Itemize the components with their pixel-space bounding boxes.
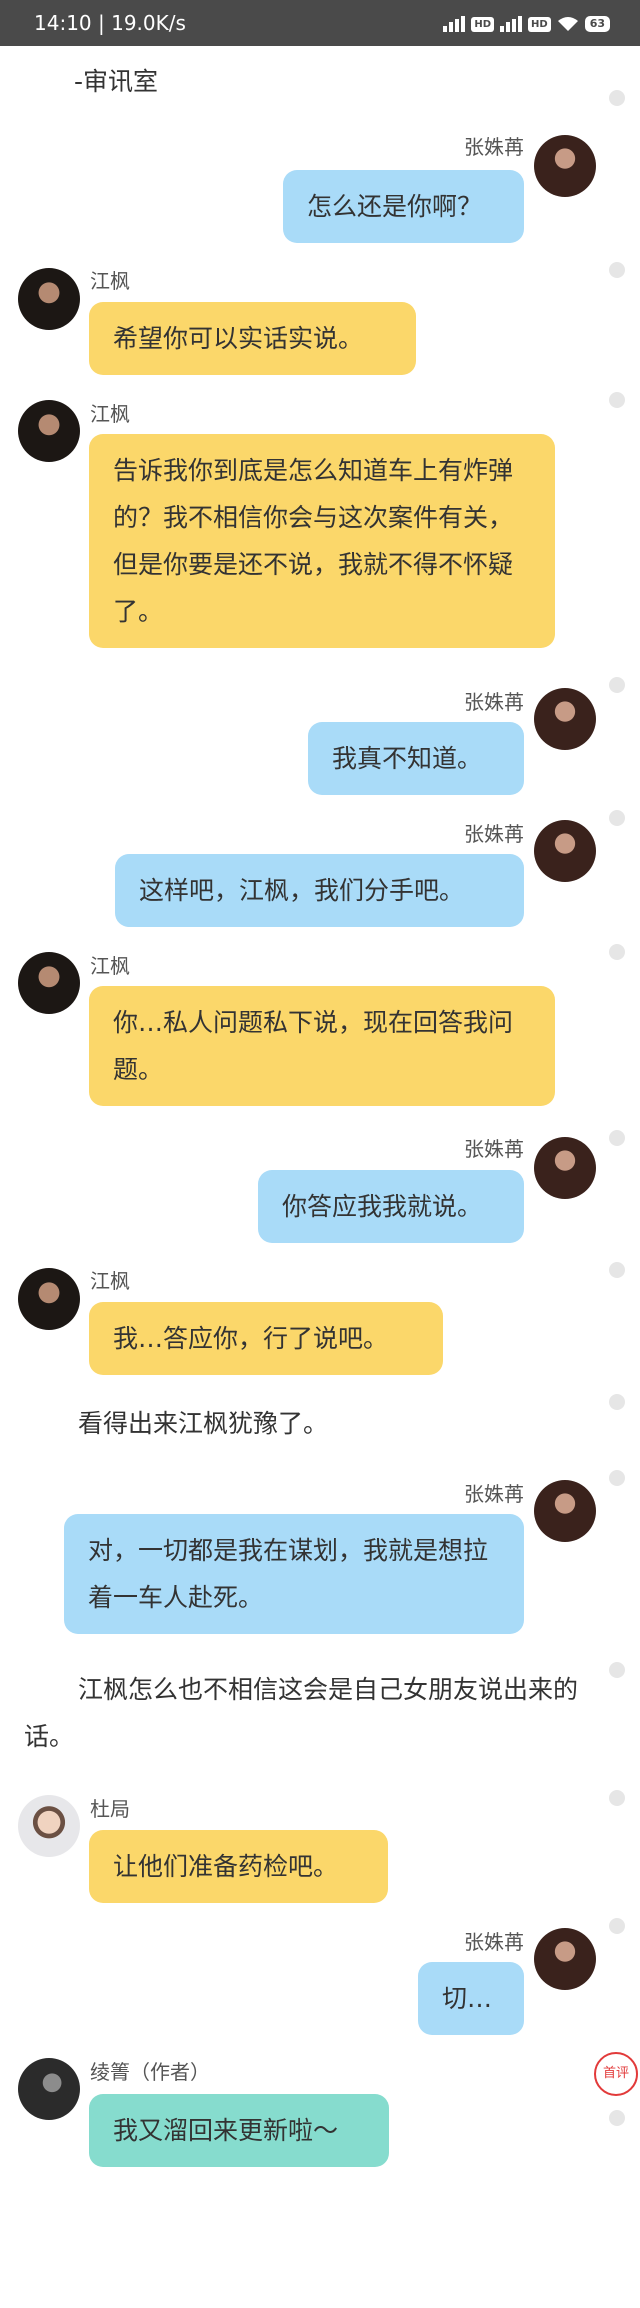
chat-bubble: 我…答应你，行了说吧。 xyxy=(89,1302,443,1375)
paragraph-comment-icon[interactable] xyxy=(609,1394,625,1410)
system-icons: HD HD 63 xyxy=(443,13,610,35)
chat-bubble: 告诉我你到底是怎么知道车上有炸弹的？我不相信你会与这次案件有关，但是你要是还不说… xyxy=(89,434,555,648)
chat-bubble: 切… xyxy=(418,1962,524,2035)
speaker-avatar[interactable] xyxy=(534,688,596,750)
signal-icon-2 xyxy=(500,16,523,32)
speaker-avatar[interactable] xyxy=(534,1480,596,1542)
paragraph-comment-icon[interactable] xyxy=(609,2110,625,2126)
speaker-name: 张姝苒 xyxy=(464,1482,524,1506)
speaker-name: 张姝苒 xyxy=(464,1137,524,1161)
paragraph-comment-icon[interactable] xyxy=(609,810,625,826)
status-bar: 14:10 | 19.0K/s HD HD 63 xyxy=(0,0,640,46)
paragraph-comment-icon[interactable] xyxy=(609,262,625,278)
narration-text: 看得出来江枫犹豫了。 xyxy=(78,1409,329,1438)
speaker-avatar[interactable] xyxy=(534,820,596,882)
status-time: 14:10 | 19.0K/s xyxy=(34,11,186,35)
chat-bubble: 你答应我我就说。 xyxy=(258,1170,524,1243)
chat-bubble: 怎么还是你啊？ xyxy=(283,170,524,243)
speaker-name: 江枫 xyxy=(90,954,130,978)
chat-bubble: 让他们准备药检吧。 xyxy=(89,1830,388,1903)
speaker-name: 张姝苒 xyxy=(464,822,524,846)
paragraph-comment-icon[interactable] xyxy=(609,392,625,408)
chat-bubble: 这样吧，江枫，我们分手吧。 xyxy=(115,854,524,927)
paragraph-comment-icon[interactable] xyxy=(609,1130,625,1146)
speaker-name: 江枫 xyxy=(90,1269,130,1293)
speaker-avatar[interactable] xyxy=(18,952,80,1014)
speaker-name: 杜局 xyxy=(90,1797,130,1821)
speaker-name: 江枫 xyxy=(90,269,130,293)
chat-bubble: 我又溜回来更新啦～ xyxy=(89,2094,389,2167)
signal-icon xyxy=(443,16,466,32)
hd-badge-2: HD xyxy=(528,16,551,32)
speaker-avatar[interactable] xyxy=(18,1795,80,1857)
paragraph-comment-icon[interactable] xyxy=(609,677,625,693)
paragraph-comment-icon[interactable] xyxy=(609,1662,625,1678)
speaker-avatar[interactable] xyxy=(18,2058,80,2120)
speaker-avatar[interactable] xyxy=(18,268,80,330)
speaker-name: 江枫 xyxy=(90,402,130,426)
speaker-name: 张姝苒 xyxy=(464,1930,524,1954)
speaker-avatar[interactable] xyxy=(534,135,596,197)
chat-bubble: 我真不知道。 xyxy=(308,722,524,795)
paragraph-comment-icon[interactable] xyxy=(609,944,625,960)
speaker-name: 绫箐（作者） xyxy=(90,2060,210,2084)
hd-badge: HD xyxy=(471,16,495,32)
speaker-avatar[interactable] xyxy=(534,1928,596,1990)
scene-title: -审讯室 xyxy=(74,67,159,96)
paragraph-comment-icon[interactable] xyxy=(609,1470,625,1486)
first-comment-button[interactable]: 首评 xyxy=(594,2052,638,2096)
battery-icon: 63 xyxy=(584,16,610,32)
paragraph-comment-icon[interactable] xyxy=(609,1918,625,1934)
narration-text: 江枫怎么也不相信这会是自己女朋友说出来的话。 xyxy=(24,1675,579,1751)
chat-bubble: 对，一切都是我在谋划，我就是想拉着一车人赴死。 xyxy=(64,1514,524,1634)
paragraph-comment-icon[interactable] xyxy=(609,1790,625,1806)
speaker-name: 张姝苒 xyxy=(464,135,524,159)
paragraph-comment-icon[interactable] xyxy=(609,1262,625,1278)
speaker-avatar[interactable] xyxy=(534,1137,596,1199)
wifi-icon xyxy=(557,17,578,31)
speaker-avatar[interactable] xyxy=(18,400,80,462)
paragraph-comment-icon[interactable] xyxy=(609,90,625,106)
speaker-name: 张姝苒 xyxy=(464,690,524,714)
chat-bubble: 你…私人问题私下说，现在回答我问题。 xyxy=(89,986,555,1106)
chat-bubble: 希望你可以实话实说。 xyxy=(89,302,416,375)
speaker-avatar[interactable] xyxy=(18,1268,80,1330)
